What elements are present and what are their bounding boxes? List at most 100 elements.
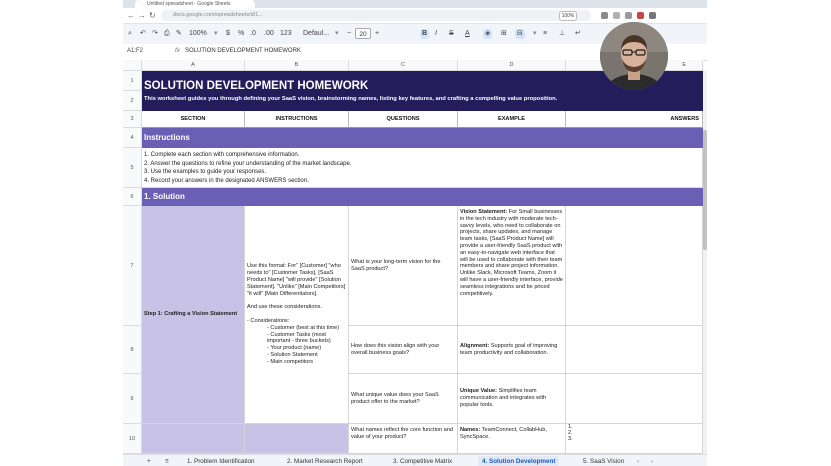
share-icon[interactable] [613,12,620,19]
consideration-item: - Customer (best at this time) [267,324,340,331]
bold-button[interactable]: B [420,29,430,39]
reload-icon[interactable]: ↻ [149,11,156,20]
text-color-button[interactable]: A [465,29,470,39]
increase-decimal-button[interactable]: .00 [264,29,274,39]
example-cell[interactable]: Vision Statement: For Small businesses i… [458,206,566,326]
decrease-decimal-button[interactable]: .0 [250,29,256,39]
instructions-format-text: Use this format: For" [Customer] "who ne… [247,263,346,297]
example-label: Unique Value: [460,388,497,395]
instructions-considerations-text: And use these considerations. [247,304,322,311]
browser-tab[interactable]: Untitled spreadsheet - Google Sheets [135,0,255,8]
font-size-input[interactable]: 20 [355,28,371,39]
number-format-button[interactable]: 123 [280,29,292,39]
align-vertical-icon[interactable]: ⊥ [559,29,565,39]
font-chevron-icon: ▾ [335,30,339,37]
row-header[interactable]: 3 [123,111,142,128]
strikethrough-button[interactable]: S [449,29,454,39]
column-header[interactable]: B [245,60,349,71]
formula-input[interactable]: SOLUTION DEVELOPMENT HOMEWORK [185,48,301,54]
forward-icon[interactable]: → [138,11,146,20]
bookmark-icon[interactable] [625,12,632,19]
header-instructions[interactable]: INSTRUCTIONS [245,111,349,128]
scrollbar-thumb[interactable] [703,130,707,250]
considerations-label: - Considerations: [247,318,290,325]
question-cell[interactable]: How does this vision align with your ove… [349,326,458,374]
browser-zoom-chip[interactable]: 100% [559,11,577,21]
url-field[interactable]: docs.google.com/spreadsheets/d/1... [161,10,591,21]
redo-icon[interactable]: ↷ [152,29,158,39]
step1-instructions-cell[interactable]: Use this format: For" [Customer] "who ne… [245,206,349,424]
answer-cell[interactable] [566,374,703,424]
example-cell[interactable]: Names: TeamConnect, CollabHub, SyncSpace… [458,424,566,454]
answer-cell[interactable] [566,326,703,374]
step2-section-cell[interactable] [142,424,245,454]
tab-scroll-right-icon[interactable]: › [647,456,657,466]
borders-icon[interactable]: ⊞ [501,29,507,39]
align-horizontal-icon[interactable]: ≡ [543,29,547,39]
question-cell[interactable]: What unique value does your SaaS product… [349,374,458,424]
column-header[interactable]: A [142,60,245,71]
print-icon[interactable]: ⎙ [164,29,170,39]
row-header[interactable]: 6 [123,188,142,206]
extension-red-icon[interactable] [637,12,644,19]
header-answers[interactable]: ANSWERS [566,111,703,128]
header-example[interactable]: EXAMPLE [458,111,566,128]
sheet-tab-solution-development[interactable]: 4. Solution Development [478,456,560,466]
example-cell[interactable]: Unique Value: Simplifies team communicat… [458,374,566,424]
solution-section-header[interactable]: 1. Solution [142,188,703,206]
column-header[interactable]: C [349,60,458,71]
sheet-tab-saas-vision[interactable]: 5. SaaS Vision [579,456,628,466]
row-header[interactable]: 9 [123,374,142,424]
column-header[interactable]: D [458,60,566,71]
font-size-increase-button[interactable]: + [375,29,379,39]
example-text: For Small businesses in the tech industr… [460,209,563,297]
extension-icon[interactable] [601,12,608,19]
percent-button[interactable]: % [238,29,244,39]
all-sheets-button[interactable]: ≡ [161,456,173,466]
question-cell[interactable]: What names reflect the core function and… [349,424,458,454]
fill-color-icon[interactable]: ◈ [483,29,493,39]
name-box[interactable]: A1:F2 [127,48,143,54]
answer-cell[interactable]: 1. 2. 3. [566,424,703,454]
search-menus-icon[interactable]: ⌕ [128,29,132,39]
row-header[interactable]: 1 [123,71,142,91]
row-header[interactable]: 5 [123,148,142,188]
consideration-item: - Customer Tasks (most important - three… [267,331,331,345]
row-header[interactable]: 8 [123,326,142,374]
row-header[interactable]: 7 [123,206,142,326]
header-questions[interactable]: QUESTIONS [349,111,458,128]
puzzle-icon[interactable] [649,12,656,19]
step1-section-cell[interactable]: Step 1: Crafting a Vision Statement [142,206,245,424]
paint-format-icon[interactable]: ✎ [176,29,182,39]
step2-instructions-cell[interactable] [245,424,349,454]
answer-cell[interactable] [566,206,703,326]
row-header[interactable]: 4 [123,128,142,148]
text-wrap-icon[interactable]: ↵ [575,29,581,39]
question-cell[interactable]: What is your long-term vision for the Sa… [349,206,458,326]
add-sheet-button[interactable]: + [143,456,155,466]
italic-button[interactable]: I [435,29,437,39]
merge-cells-icon[interactable]: ⊟ [515,29,525,39]
zoom-select[interactable]: 100% [189,29,207,39]
tab-scroll-left-icon[interactable]: ‹ [633,456,643,466]
undo-icon[interactable]: ↶ [140,29,146,39]
chevron-down-icon: ▾ [214,30,218,37]
sheet-tab-competitive-matrix[interactable]: 3. Competitive Matrix [389,456,456,466]
merge-chevron-icon: ▾ [533,30,537,37]
sheet-tab-problem-identification[interactable]: 1. Problem Identification [183,456,259,466]
row-header[interactable]: 10 [123,424,142,454]
currency-button[interactable]: $ [226,29,230,39]
header-section[interactable]: SECTION [142,111,245,128]
font-select[interactable]: Defaul... [303,29,329,39]
instructions-section-header[interactable]: Instructions [142,128,703,148]
browser-tab-bar: Untitled spreadsheet - Google Sheets [123,0,707,8]
sheet-tab-market-research[interactable]: 2. Market Research Report [283,456,367,466]
back-icon[interactable]: ← [127,11,135,20]
consideration-item: - Main competitors [267,358,314,365]
instructions-list-cell[interactable]: 1. Complete each section with comprehens… [142,148,703,188]
font-size-decrease-button[interactable]: − [347,29,351,39]
row-header[interactable]: 2 [123,91,142,111]
select-all-corner[interactable] [123,60,142,71]
example-cell[interactable]: Alignment: Supports goal of improving te… [458,326,566,374]
vertical-scrollbar[interactable] [703,71,707,454]
